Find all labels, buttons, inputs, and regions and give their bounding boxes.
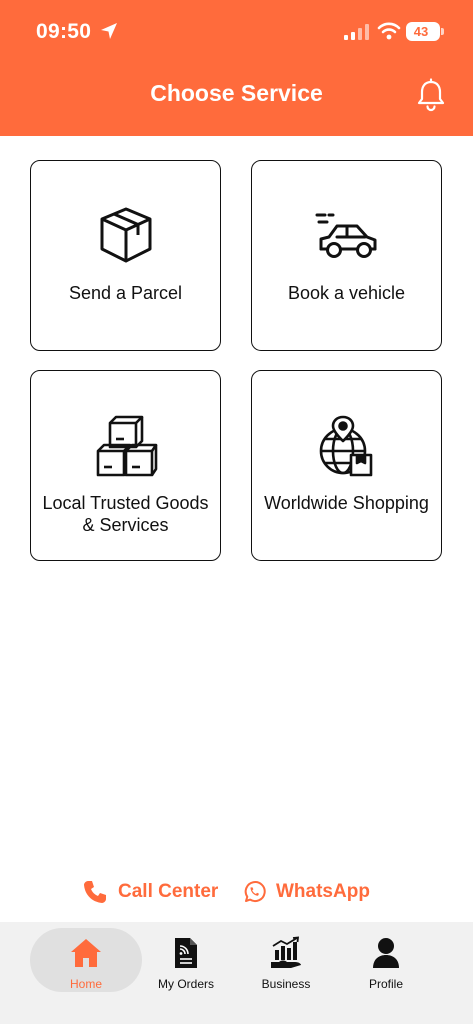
nav-label-my-orders: My Orders [157,977,214,991]
service-card-worldwide-shopping[interactable]: Worldwide Shopping [251,370,442,561]
nav-label-business: Business [261,977,311,991]
bottom-navigation: Home My Orders Business Profile [0,922,473,1024]
globe-package-icon [252,415,441,479]
business-chart-icon [230,936,342,970]
location-arrow-icon [101,23,117,39]
nav-label-home: Home [69,977,102,991]
whatsapp-button[interactable]: WhatsApp [242,875,370,909]
parcel-box-icon [31,205,220,265]
nav-item-home[interactable]: Home [30,928,142,992]
notification-bell-icon[interactable] [415,78,447,112]
whatsapp-label: WhatsApp [276,881,370,902]
battery-level: 43 [413,24,429,39]
contact-links: Call Center WhatsApp [0,875,473,909]
whatsapp-icon [244,881,266,903]
service-label: Send a Parcel [68,283,183,303]
wifi-icon [377,22,401,40]
service-label: Worldwide Shopping [264,493,429,513]
service-card-local-goods[interactable]: Local Trusted Goods & Services [30,370,221,561]
call-center-button[interactable]: Call Center [82,875,218,909]
service-card-send-parcel[interactable]: Send a Parcel [30,160,221,351]
home-icon [30,936,142,970]
header-bar: 09:50 43 Choose Service [0,0,473,136]
status-time: 09:50 [36,20,92,43]
nav-item-profile[interactable]: Profile [330,928,442,992]
nav-label-profile: Profile [368,977,403,991]
car-icon [252,211,441,263]
service-label: Book a vehicle [287,283,406,303]
page-title: Choose Service [150,80,323,106]
call-center-label: Call Center [118,881,219,902]
stacked-boxes-icon [31,415,220,477]
status-bar: 09:50 43 [0,0,473,64]
nav-item-business[interactable]: Business [230,928,342,992]
service-label: Local Trusted Goods & Services [42,493,209,535]
nav-item-my-orders[interactable]: My Orders [130,928,242,992]
service-card-book-vehicle[interactable]: Book a vehicle [251,160,442,351]
phone-icon [84,881,106,903]
profile-icon [330,936,442,970]
orders-document-icon [130,936,242,970]
battery-indicator: 43 [406,22,444,41]
cellular-signal-icon [344,24,369,40]
